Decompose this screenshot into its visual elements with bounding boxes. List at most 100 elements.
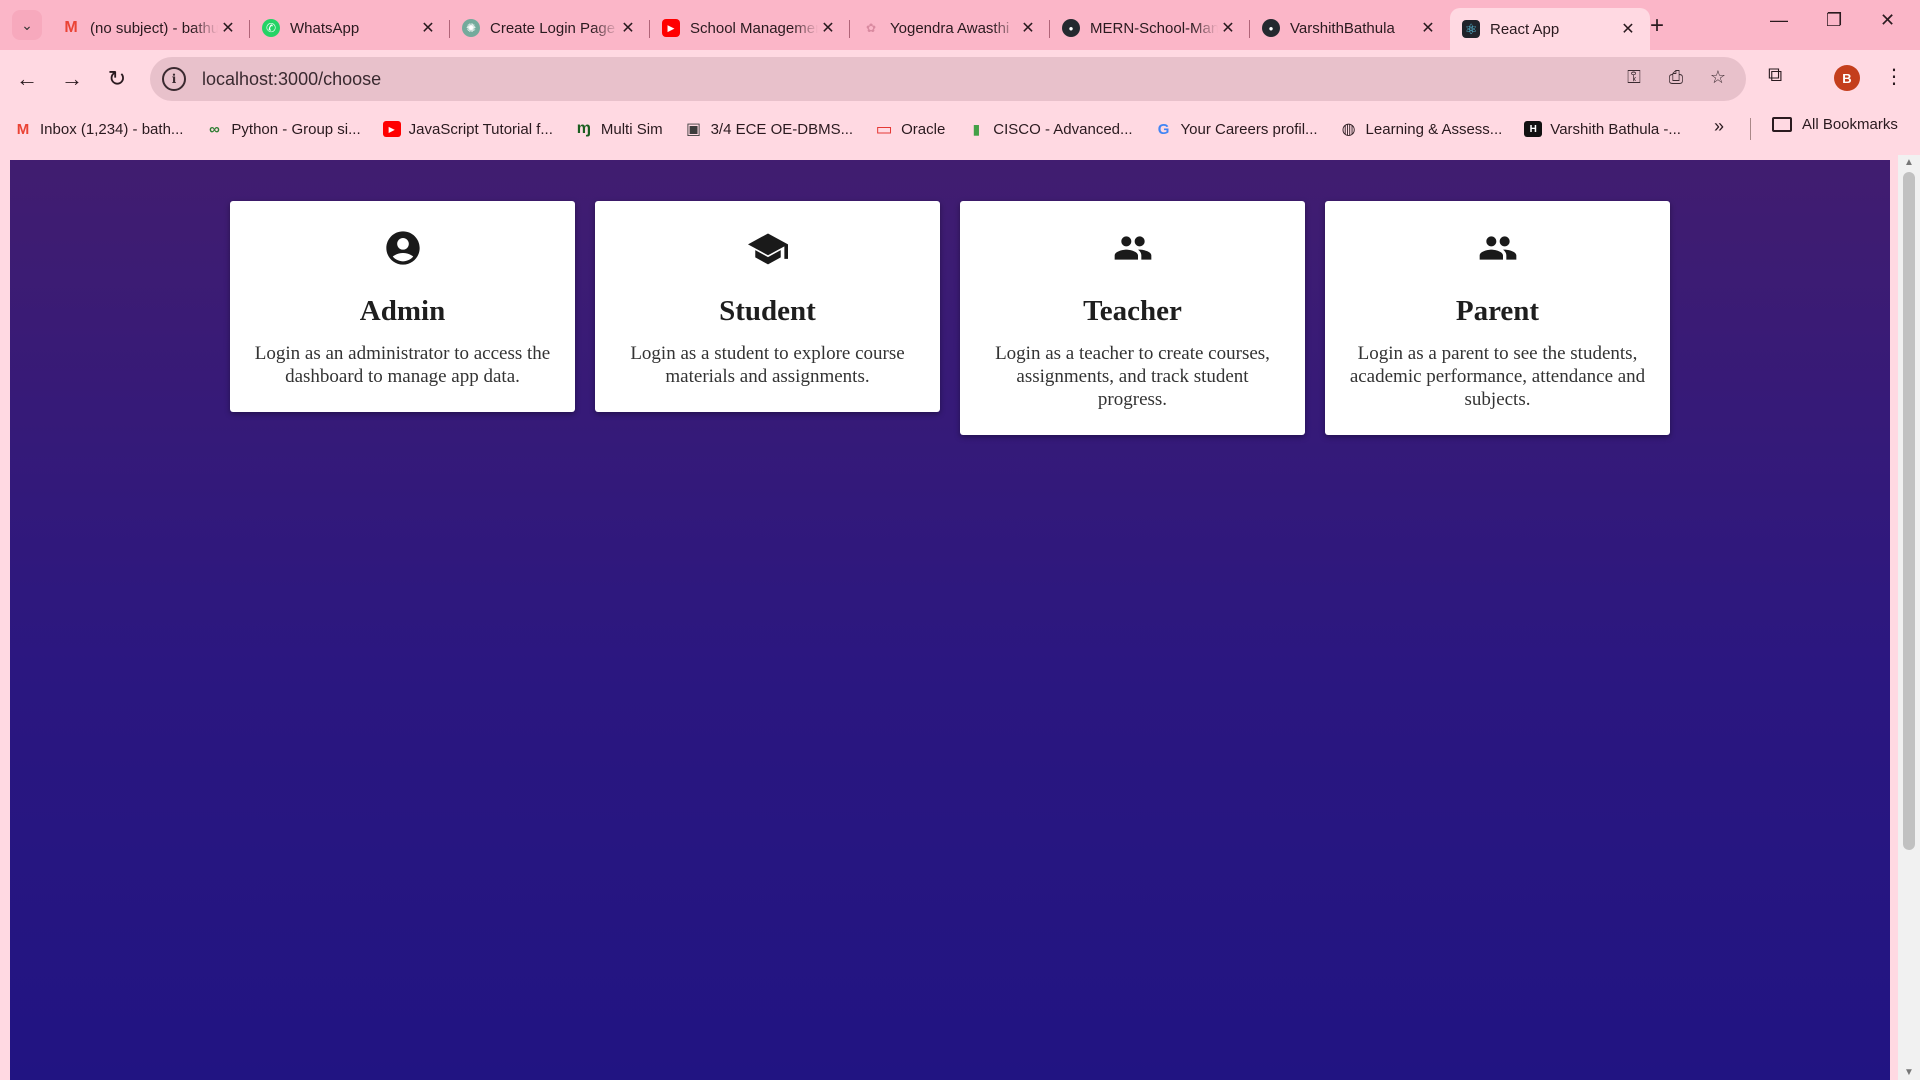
tab-title: MERN-School-Management (1090, 19, 1218, 37)
tab-mern-school-management[interactable]: ● MERN-School-Management ✕ (1050, 10, 1250, 46)
card-title: Admin (359, 295, 446, 327)
bookmark-learning[interactable]: ◍ Learning & Assess... (1340, 120, 1503, 139)
tab-whatsapp[interactable]: ✆ WhatsApp ✕ (250, 10, 450, 46)
github-icon: ● (1262, 19, 1280, 37)
react-icon: ⚛ (1462, 20, 1480, 38)
hackerrank-icon: H (1524, 121, 1543, 137)
folder-icon (1772, 117, 1792, 132)
role-cards: Admin Login as an administrator to acces… (230, 201, 1670, 435)
scroll-thumb[interactable] (1903, 172, 1915, 850)
menu-icon[interactable]: ⋮ (1884, 64, 1904, 89)
bookmark-multi-sim[interactable]: ɱ Multi Sim (575, 120, 663, 138)
bookmark-careers[interactable]: G Your Careers profil... (1155, 121, 1318, 138)
oracle-icon: ▭ (875, 118, 893, 139)
forward-icon[interactable]: → (57, 64, 87, 94)
address-bar[interactable]: i localhost:3000/choose ⚿ ⎙ ☆ (150, 57, 1746, 101)
close-icon[interactable]: ✕ (1418, 18, 1438, 38)
tab-react-app[interactable]: ⚛ React App ✕ (1450, 8, 1650, 50)
bookmark-label: Inbox (1,234) - bath... (40, 120, 184, 138)
all-bookmarks-button[interactable]: All Bookmarks (1772, 116, 1898, 133)
tab-varshithbathula[interactable]: ● VarshithBathula ✕ (1250, 10, 1450, 46)
card-title: Teacher (1083, 295, 1182, 327)
back-icon[interactable]: ← (12, 64, 42, 94)
key-icon[interactable]: ⚿ (1622, 67, 1646, 91)
close-icon[interactable]: ✕ (818, 18, 838, 38)
site-info-icon[interactable]: i (162, 67, 186, 91)
bookmark-oracle[interactable]: ▭ Oracle (875, 118, 946, 139)
avatar[interactable]: B (1834, 65, 1860, 91)
chatgpt-icon: ✺ (462, 19, 480, 37)
bookmark-javascript-tutorial[interactable]: ▶ JavaScript Tutorial f... (382, 120, 553, 138)
close-icon[interactable]: ✕ (1018, 18, 1038, 38)
minimize-icon[interactable]: — (1770, 10, 1788, 31)
close-icon[interactable]: ✕ (218, 18, 238, 38)
bookmarks-bar: M Inbox (1,234) - bath... ∞ Python - Gro… (0, 108, 1920, 150)
install-app-icon[interactable]: ⎙ (1664, 67, 1688, 91)
close-icon[interactable]: ✕ (1218, 18, 1238, 38)
tab-title: School Management (690, 19, 818, 37)
new-tab-button[interactable]: + (1650, 12, 1664, 40)
bookmark-label: CISCO - Advanced... (993, 120, 1133, 138)
url-text[interactable]: localhost:3000/choose (202, 69, 381, 90)
tab-strip: ⌄ M (no subject) - bathula ✕ ✆ WhatsApp … (0, 0, 1920, 50)
people-icon (984, 227, 1281, 269)
tab-title: WhatsApp (290, 19, 360, 37)
bookmark-label: Learning & Assess... (1365, 120, 1503, 138)
multisim-icon: ɱ (576, 120, 591, 137)
scroll-down-icon[interactable]: ▼ (1904, 1067, 1914, 1078)
bookmark-divider (1750, 118, 1751, 140)
tab-title: Create Login Page (490, 19, 616, 37)
bookmark-ece-dbms[interactable]: ▣ 3/4 ECE OE-DBMS... (685, 121, 853, 139)
close-icon[interactable]: ✕ (418, 18, 438, 38)
bookmark-label: Python - Group si... (231, 120, 361, 138)
extensions-icon[interactable]: ⧉ (1768, 64, 1782, 87)
bookmark-python[interactable]: ∞ Python - Group si... (205, 120, 361, 138)
bookmark-inbox[interactable]: M Inbox (1,234) - bath... (14, 120, 184, 138)
tab-create-login-page[interactable]: ✺ Create Login Page ✕ (450, 10, 650, 46)
people-icon (1349, 227, 1646, 269)
window-close-icon[interactable]: ✕ (1880, 10, 1895, 31)
tab-yogendra-awasthi[interactable]: ✿ Yogendra Awasthi ✕ (850, 10, 1050, 46)
scrollbar[interactable]: ▲ ▼ (1898, 155, 1920, 1080)
tab-title: React App (1490, 20, 1560, 38)
tab-title: (no subject) - bathula (90, 19, 218, 37)
card-student[interactable]: Student Login as a student to explore co… (595, 201, 940, 412)
bookmark-varshith-bathula[interactable]: H Varshith Bathula -... (1524, 121, 1681, 138)
bookmark-label: Varshith Bathula -... (1550, 120, 1681, 138)
tab-gmail[interactable]: M (no subject) - bathula ✕ (50, 10, 250, 46)
gmail-icon: M (64, 19, 78, 36)
card-teacher[interactable]: Teacher Login as a teacher to create cou… (960, 201, 1305, 435)
whatsapp-icon: ✆ (262, 19, 280, 37)
bookmark-label: Your Careers profil... (1180, 120, 1318, 138)
google-icon: G (1157, 120, 1170, 138)
close-icon[interactable]: ✕ (1618, 19, 1638, 39)
more-bookmarks-button[interactable]: » (1714, 116, 1724, 137)
tab-title: VarshithBathula (1290, 19, 1395, 37)
youtube-icon: ▶ (382, 121, 401, 137)
graduation-cap-icon (619, 227, 916, 269)
github-icon: ● (1062, 19, 1080, 37)
globe-icon: ◍ (1341, 121, 1356, 138)
card-description: Login as a student to explore course mat… (630, 343, 905, 387)
profile-icon: ✿ (865, 21, 877, 35)
bookmark-label: JavaScript Tutorial f... (408, 120, 553, 138)
scroll-up-icon[interactable]: ▲ (1904, 157, 1914, 168)
close-icon[interactable]: ✕ (618, 18, 638, 38)
gmail-icon: M (16, 120, 30, 138)
card-parent[interactable]: Parent Login as a parent to see the stud… (1325, 201, 1670, 435)
all-bookmarks-label: All Bookmarks (1802, 116, 1898, 133)
card-description: Login as a parent to see the students, a… (1349, 343, 1646, 410)
bookmark-label: Oracle (901, 120, 946, 138)
tab-search-button[interactable]: ⌄ (12, 10, 42, 40)
star-icon[interactable]: ☆ (1706, 67, 1730, 91)
restore-icon[interactable]: ❐ (1826, 10, 1842, 31)
chart-icon: ▮ (972, 120, 981, 137)
link-icon: ∞ (209, 120, 220, 138)
card-admin[interactable]: Admin Login as an administrator to acces… (230, 201, 575, 412)
tab-school-management[interactable]: ▶ School Management ✕ (650, 10, 850, 46)
card-title: Student (719, 295, 816, 327)
bookmark-cisco[interactable]: ▮ CISCO - Advanced... (967, 121, 1132, 138)
chevron-down-icon: ⌄ (21, 16, 33, 33)
tab-title: Yogendra Awasthi (890, 19, 1010, 37)
reload-icon[interactable]: ↻ (102, 64, 132, 94)
